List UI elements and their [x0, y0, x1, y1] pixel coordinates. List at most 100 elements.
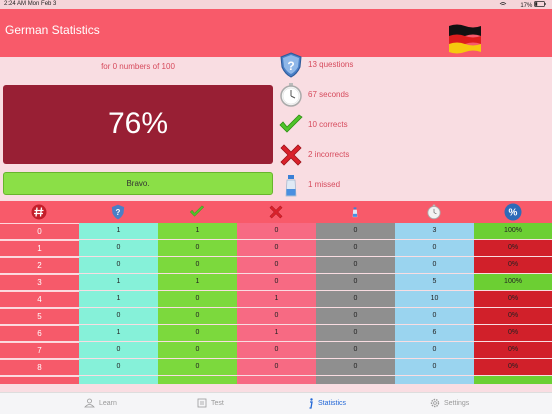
checkmark-icon: [279, 114, 303, 133]
cell-incorrects: 0: [237, 308, 316, 324]
cell-corrects: 0: [158, 325, 237, 341]
summary-subtitle: for 0 numbers of 100: [101, 62, 175, 71]
cell-questions: 1: [79, 223, 158, 239]
tab-learn[interactable]: Learn: [84, 398, 117, 408]
table-row[interactable]: 1 0 0 0 0 0 0%: [0, 240, 552, 257]
cell-corrects: 0: [158, 257, 237, 273]
statistics-table[interactable]: 0 1 1 0 0 3 100% 1 0 0 0 0 0 0% 2 0 0 0 …: [0, 223, 552, 384]
svg-text:?: ?: [287, 59, 294, 73]
cell-number: 3: [0, 274, 79, 290]
cell-missed: 0: [316, 240, 395, 256]
cell-questions: 0: [79, 359, 158, 375]
cell-seconds: 0: [395, 342, 474, 358]
column-corrects-header[interactable]: [158, 201, 236, 223]
cell-percent: 0%: [474, 359, 552, 375]
cell-incorrects-partial: [237, 376, 316, 384]
column-incorrects-header[interactable]: [237, 201, 315, 223]
bottle-icon: [285, 175, 297, 197]
cell-incorrects: 0: [237, 359, 316, 375]
cell-percent: 0%: [474, 291, 552, 307]
cell-incorrects: 1: [237, 291, 316, 307]
info-icon: [309, 398, 313, 409]
cell-missed: 0: [316, 325, 395, 341]
cross-icon: [280, 144, 302, 166]
status-time: 2:24 AM Mon Feb 3: [4, 1, 57, 7]
cell-missed: 0: [316, 359, 395, 375]
cell-number: 4: [0, 291, 79, 307]
cell-missed: 0: [316, 342, 395, 358]
table-row[interactable]: 8 0 0 0 0 0 0%: [0, 359, 552, 376]
cell-corrects: 0: [158, 359, 237, 375]
column-percent-header[interactable]: %: [474, 201, 552, 223]
hash-icon: [31, 204, 47, 220]
status-bar: 2:24 AM Mon Feb 3 17%: [0, 0, 552, 9]
question-shield-icon: ?: [280, 52, 302, 78]
column-number-header[interactable]: [0, 201, 78, 223]
question-shield-icon: ?: [111, 204, 125, 220]
cell-missed: 0: [316, 291, 395, 307]
cell-number-partial: [0, 376, 79, 384]
cell-incorrects: 0: [237, 223, 316, 239]
cell-number: 1: [0, 240, 79, 256]
cell-seconds: 0: [395, 257, 474, 273]
cell-number: 0: [0, 223, 79, 239]
cell-seconds: 0: [395, 240, 474, 256]
table-row[interactable]: 2 0 0 0 0 0 0%: [0, 257, 552, 274]
germany-flag-icon: [449, 24, 481, 54]
cell-seconds-partial: [395, 376, 474, 384]
cell-percent: 0%: [474, 308, 552, 324]
cell-missed: 0: [316, 308, 395, 324]
test-icon: [197, 398, 207, 408]
tab-test[interactable]: Test: [197, 398, 224, 408]
table-row[interactable]: 7 0 0 0 0 0 0%: [0, 342, 552, 359]
cell-corrects: 0: [158, 342, 237, 358]
cell-number: 8: [0, 359, 79, 375]
percent-icon: %: [504, 203, 522, 221]
learn-icon: [84, 398, 95, 408]
cell-corrects-partial: [158, 376, 237, 384]
cell-number: 6: [0, 325, 79, 341]
cell-questions: 0: [79, 342, 158, 358]
cell-questions: 0: [79, 257, 158, 273]
cell-questions: 1: [79, 325, 158, 341]
column-questions-header[interactable]: ?: [79, 201, 157, 223]
table-row-partial[interactable]: [0, 376, 552, 384]
cell-questions: 0: [79, 308, 158, 324]
cell-corrects: 1: [158, 223, 237, 239]
cell-seconds: 6: [395, 325, 474, 341]
cell-missed: 0: [316, 257, 395, 273]
cell-incorrects: 0: [237, 274, 316, 290]
status-battery: 17%: [499, 1, 546, 9]
cell-seconds: 0: [395, 308, 474, 324]
battery-icon: [534, 1, 546, 7]
cell-seconds: 10: [395, 291, 474, 307]
cell-percent: 100%: [474, 223, 552, 239]
cell-corrects: 0: [158, 240, 237, 256]
wifi-icon: [499, 2, 506, 6]
cell-missed: 0: [316, 274, 395, 290]
table-header: ? %: [0, 201, 552, 223]
verdict-button[interactable]: Bravo.: [3, 172, 273, 195]
column-missed-header[interactable]: [316, 201, 394, 223]
table-row[interactable]: 5 0 0 0 0 0 0%: [0, 308, 552, 325]
cell-questions: 1: [79, 274, 158, 290]
cell-number: 2: [0, 257, 79, 273]
column-seconds-header[interactable]: [395, 201, 473, 223]
bottle-icon: [352, 207, 358, 218]
page-title: German Statistics: [5, 23, 100, 37]
cell-percent: 100%: [474, 274, 552, 290]
cell-questions: 1: [79, 291, 158, 307]
table-row[interactable]: 4 1 0 1 0 10 0%: [0, 291, 552, 308]
score-value: 76%: [107, 107, 169, 140]
cell-seconds: 5: [395, 274, 474, 290]
svg-text:%: %: [509, 208, 518, 219]
cell-corrects: 0: [158, 291, 237, 307]
tab-statistics[interactable]: Statistics: [308, 398, 346, 409]
cell-seconds: 3: [395, 223, 474, 239]
table-row[interactable]: 3 1 1 0 0 5 100%: [0, 274, 552, 291]
table-row[interactable]: 6 1 0 1 0 6 0%: [0, 325, 552, 342]
cell-percent: 0%: [474, 342, 552, 358]
table-row[interactable]: 0 1 1 0 0 3 100%: [0, 223, 552, 240]
tab-settings[interactable]: Settings: [430, 398, 469, 408]
cell-missed: 0: [316, 223, 395, 239]
